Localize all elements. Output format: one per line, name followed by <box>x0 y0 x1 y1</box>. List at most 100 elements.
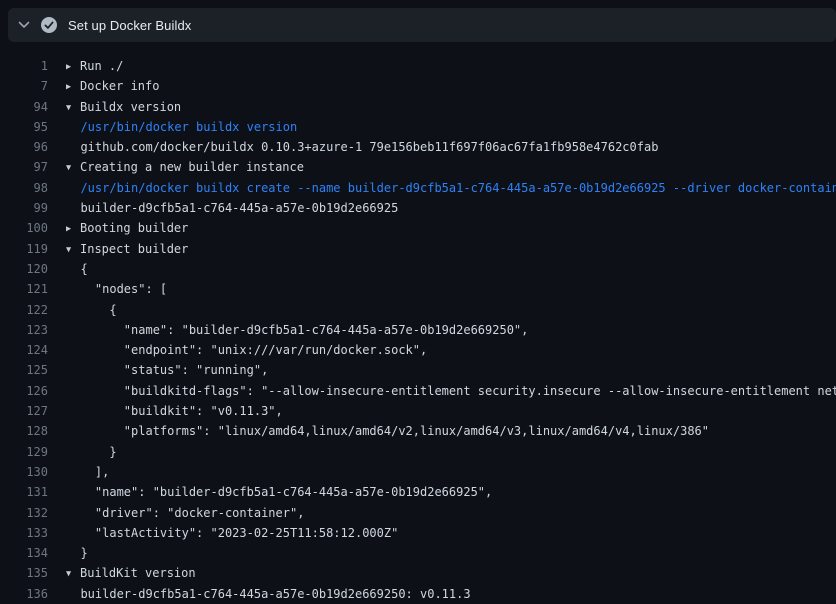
line-number[interactable]: 128 <box>0 421 48 441</box>
log-line: 95 /usr/bin/docker buildx version <box>0 117 836 137</box>
log-group-header[interactable]: ▼Buildx version <box>48 97 181 117</box>
line-number[interactable]: 135 <box>0 563 48 583</box>
log-line: 96 github.com/docker/buildx 0.10.3+azure… <box>0 137 836 157</box>
log-line: 119▼Inspect builder <box>0 239 836 259</box>
line-number[interactable]: 120 <box>0 259 48 279</box>
log-line: 123 "name": "builder-d9cfb5a1-c764-445a-… <box>0 320 836 340</box>
log-output-text: "driver": "docker-container", <box>48 503 304 523</box>
line-number[interactable]: 94 <box>0 97 48 117</box>
log-line: 99 builder-d9cfb5a1-c764-445a-a57e-0b19d… <box>0 198 836 218</box>
log-group-header[interactable]: ▼Creating a new builder instance <box>48 157 304 177</box>
log-line: 100▶Booting builder <box>0 218 836 238</box>
log-line: 98 /usr/bin/docker buildx create --name … <box>0 178 836 198</box>
line-number[interactable]: 95 <box>0 117 48 137</box>
log-line: 121 "nodes": [ <box>0 279 836 299</box>
group-expanded-icon[interactable]: ▼ <box>66 564 80 583</box>
log-line: 136 builder-d9cfb5a1-c764-445a-a57e-0b19… <box>0 584 836 604</box>
line-number[interactable]: 126 <box>0 381 48 401</box>
line-number[interactable]: 123 <box>0 320 48 340</box>
line-number[interactable]: 7 <box>0 76 48 96</box>
log-output-text: } <box>48 442 117 462</box>
log-group-title: Inspect builder <box>80 242 188 256</box>
line-number[interactable]: 130 <box>0 462 48 482</box>
log-group-title: Docker info <box>80 79 159 93</box>
log-line: 122 { <box>0 300 836 320</box>
log-line: 128 "platforms": "linux/amd64,linux/amd6… <box>0 421 836 441</box>
log-group-title: Run ./ <box>80 59 123 73</box>
log-line: 130 ], <box>0 462 836 482</box>
log-line: 125 "status": "running", <box>0 360 836 380</box>
step-title: Set up Docker Buildx <box>68 18 191 33</box>
log-output-text: ], <box>48 462 109 482</box>
line-number[interactable]: 125 <box>0 360 48 380</box>
line-number[interactable]: 124 <box>0 340 48 360</box>
chevron-down-icon[interactable] <box>18 19 30 31</box>
line-number[interactable]: 136 <box>0 584 48 604</box>
line-number[interactable]: 127 <box>0 401 48 421</box>
line-number[interactable]: 122 <box>0 300 48 320</box>
log-group-header[interactable]: ▶Docker info <box>48 76 159 96</box>
log-output-text: builder-d9cfb5a1-c764-445a-a57e-0b19d2e6… <box>48 198 398 218</box>
log-command-text: /usr/bin/docker buildx create --name bui… <box>48 178 836 198</box>
log-line: 133 "lastActivity": "2023-02-25T11:58:12… <box>0 523 836 543</box>
log-line: 127 "buildkit": "v0.11.3", <box>0 401 836 421</box>
log-line: 7▶Docker info <box>0 76 836 96</box>
line-number[interactable]: 98 <box>0 178 48 198</box>
log-group-title: Creating a new builder instance <box>80 160 304 174</box>
line-number[interactable]: 119 <box>0 239 48 259</box>
log-group-header[interactable]: ▶Booting builder <box>48 218 188 238</box>
log-group-header[interactable]: ▶Run ./ <box>48 56 123 76</box>
line-number[interactable]: 99 <box>0 198 48 218</box>
log-output-text: "nodes": [ <box>48 279 167 299</box>
log-line: 124 "endpoint": "unix:///var/run/docker.… <box>0 340 836 360</box>
log-line: 131 "name": "builder-d9cfb5a1-c764-445a-… <box>0 482 836 502</box>
line-number[interactable]: 97 <box>0 157 48 177</box>
log-output-text: "buildkitd-flags": "--allow-insecure-ent… <box>48 381 836 401</box>
log-line: 134 } <box>0 543 836 563</box>
line-number[interactable]: 132 <box>0 503 48 523</box>
log-line: 126 "buildkitd-flags": "--allow-insecure… <box>0 381 836 401</box>
log-group-title: Booting builder <box>80 221 188 235</box>
log-group-title: Buildx version <box>80 100 181 114</box>
actions-log-viewer: Set up Docker Buildx 1▶Run ./7▶Docker in… <box>0 0 836 604</box>
log-line: 129 } <box>0 442 836 462</box>
log-group-title: BuildKit version <box>80 566 196 580</box>
log-output-text: "name": "builder-d9cfb5a1-c764-445a-a57e… <box>48 482 492 502</box>
line-number[interactable]: 131 <box>0 482 48 502</box>
log-output-text: "endpoint": "unix:///var/run/docker.sock… <box>48 340 427 360</box>
log-line: 120 { <box>0 259 836 279</box>
log-output: 1▶Run ./7▶Docker info94▼Buildx version95… <box>0 42 836 604</box>
log-line: 97▼Creating a new builder instance <box>0 157 836 177</box>
line-number[interactable]: 100 <box>0 218 48 238</box>
log-line: 94▼Buildx version <box>0 97 836 117</box>
log-output-text: } <box>48 543 88 563</box>
log-output-text: "lastActivity": "2023-02-25T11:58:12.000… <box>48 523 398 543</box>
log-output-text: "status": "running", <box>48 360 268 380</box>
log-output-text: { <box>48 259 88 279</box>
group-collapsed-icon[interactable]: ▶ <box>66 77 80 96</box>
log-output-text: "buildkit": "v0.11.3", <box>48 401 283 421</box>
group-collapsed-icon[interactable]: ▶ <box>66 57 80 76</box>
log-group-header[interactable]: ▼Inspect builder <box>48 239 188 259</box>
log-output-text: "platforms": "linux/amd64,linux/amd64/v2… <box>48 421 709 441</box>
line-number[interactable]: 129 <box>0 442 48 462</box>
log-group-header[interactable]: ▼BuildKit version <box>48 563 196 583</box>
log-line: 132 "driver": "docker-container", <box>0 503 836 523</box>
log-line: 1▶Run ./ <box>0 56 836 76</box>
line-number[interactable]: 133 <box>0 523 48 543</box>
line-number[interactable]: 134 <box>0 543 48 563</box>
log-command-text: /usr/bin/docker buildx version <box>48 117 297 137</box>
line-number[interactable]: 121 <box>0 279 48 299</box>
log-line: 135▼BuildKit version <box>0 563 836 583</box>
log-output-text: { <box>48 300 117 320</box>
group-collapsed-icon[interactable]: ▶ <box>66 219 80 238</box>
line-number[interactable]: 1 <box>0 56 48 76</box>
group-expanded-icon[interactable]: ▼ <box>66 158 80 177</box>
log-output-text: github.com/docker/buildx 0.10.3+azure-1 … <box>48 137 658 157</box>
step-header[interactable]: Set up Docker Buildx <box>8 8 836 42</box>
log-output-text: builder-d9cfb5a1-c764-445a-a57e-0b19d2e6… <box>48 584 471 604</box>
check-circle-icon <box>41 17 57 33</box>
line-number[interactable]: 96 <box>0 137 48 157</box>
group-expanded-icon[interactable]: ▼ <box>66 98 80 117</box>
group-expanded-icon[interactable]: ▼ <box>66 240 80 259</box>
